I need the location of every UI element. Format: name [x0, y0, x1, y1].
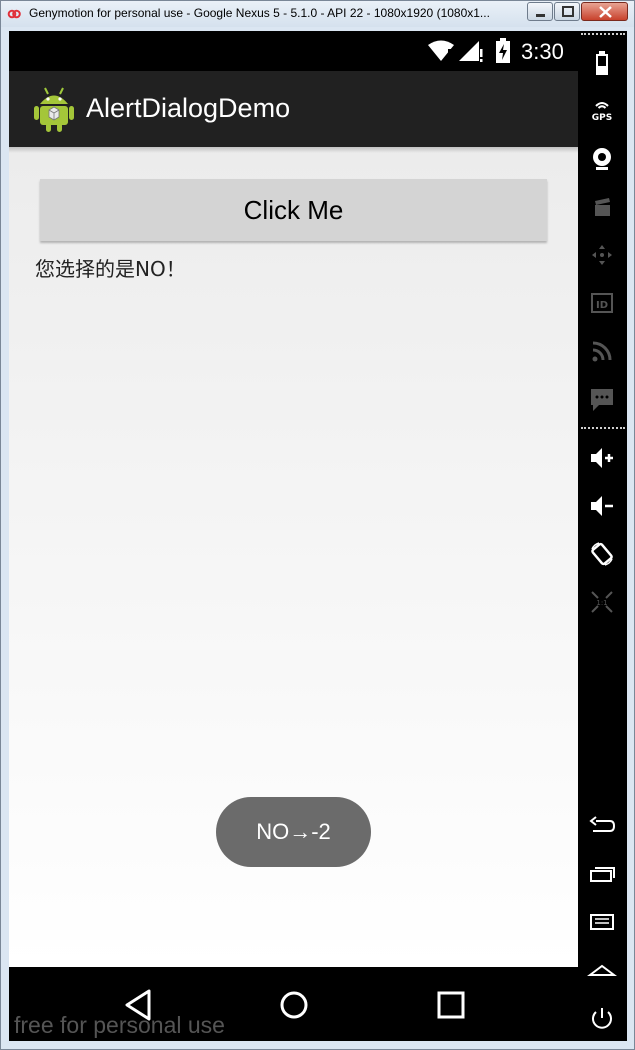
- volume-down-icon[interactable]: [587, 491, 617, 521]
- sms-icon[interactable]: [587, 384, 617, 414]
- network-icon[interactable]: [587, 336, 617, 366]
- back-icon[interactable]: [587, 811, 617, 841]
- window-title: Genymotion for personal use - Google Nex…: [29, 6, 490, 20]
- battery-charging-icon: [496, 38, 510, 63]
- device-id-icon[interactable]: ID: [587, 288, 617, 318]
- sidebar-divider: [581, 33, 625, 35]
- home-icon[interactable]: [587, 955, 617, 985]
- wifi-icon: [428, 40, 454, 62]
- recent-apps-icon[interactable]: [587, 859, 617, 889]
- nav-recents-icon[interactable]: [431, 985, 471, 1025]
- navigation-bar: free for personal use: [9, 967, 578, 1041]
- maximize-icon: [562, 6, 574, 17]
- gps-icon[interactable]: GPS: [587, 96, 617, 126]
- battery-icon[interactable]: [587, 48, 617, 78]
- sidebar-divider: [581, 427, 625, 429]
- signal-icon: [459, 41, 483, 62]
- genymotion-sidebar: GPS ID 1:1: [578, 31, 627, 1041]
- rotate-icon[interactable]: [587, 539, 617, 569]
- svg-text:1:1: 1:1: [596, 599, 607, 607]
- status-time: 3:30: [521, 39, 564, 64]
- minimize-icon: [536, 14, 545, 17]
- watermark-text: free for personal use: [14, 1012, 225, 1038]
- power-icon[interactable]: [587, 1003, 617, 1033]
- menu-icon[interactable]: [587, 907, 617, 937]
- svg-text:GPS: GPS: [592, 113, 612, 123]
- close-icon: [599, 6, 612, 18]
- status-bar: 3:30: [9, 31, 578, 71]
- android-screen: 3:30 AlertDialogDemo Click Me 您选择的是NO！ N…: [9, 31, 578, 1041]
- minimize-button[interactable]: [527, 2, 553, 21]
- svg-text:ID: ID: [596, 300, 608, 311]
- toast-message: NO→-2: [216, 797, 371, 867]
- close-button[interactable]: [581, 2, 628, 21]
- action-bar: AlertDialogDemo: [9, 71, 578, 147]
- maximize-button[interactable]: [554, 2, 580, 21]
- volume-up-icon[interactable]: [587, 443, 617, 473]
- click-me-button[interactable]: Click Me: [40, 179, 547, 241]
- remote-control-icon[interactable]: [587, 240, 617, 270]
- video-capture-icon[interactable]: [587, 192, 617, 222]
- camera-icon[interactable]: [587, 144, 617, 174]
- app-content: Click Me 您选择的是NO！ NO→-2: [9, 147, 578, 967]
- app-title: AlertDialogDemo: [86, 93, 291, 123]
- genymotion-logo-icon: [7, 9, 21, 19]
- window-titlebar[interactable]: Genymotion for personal use - Google Nex…: [1, 1, 634, 27]
- result-text: 您选择的是NO！: [35, 257, 186, 281]
- nav-home-icon[interactable]: [274, 985, 314, 1025]
- pixel-perfect-icon[interactable]: 1:1: [587, 587, 617, 617]
- emulator-window: Genymotion for personal use - Google Nex…: [0, 0, 635, 1050]
- android-app-icon: [34, 87, 74, 132]
